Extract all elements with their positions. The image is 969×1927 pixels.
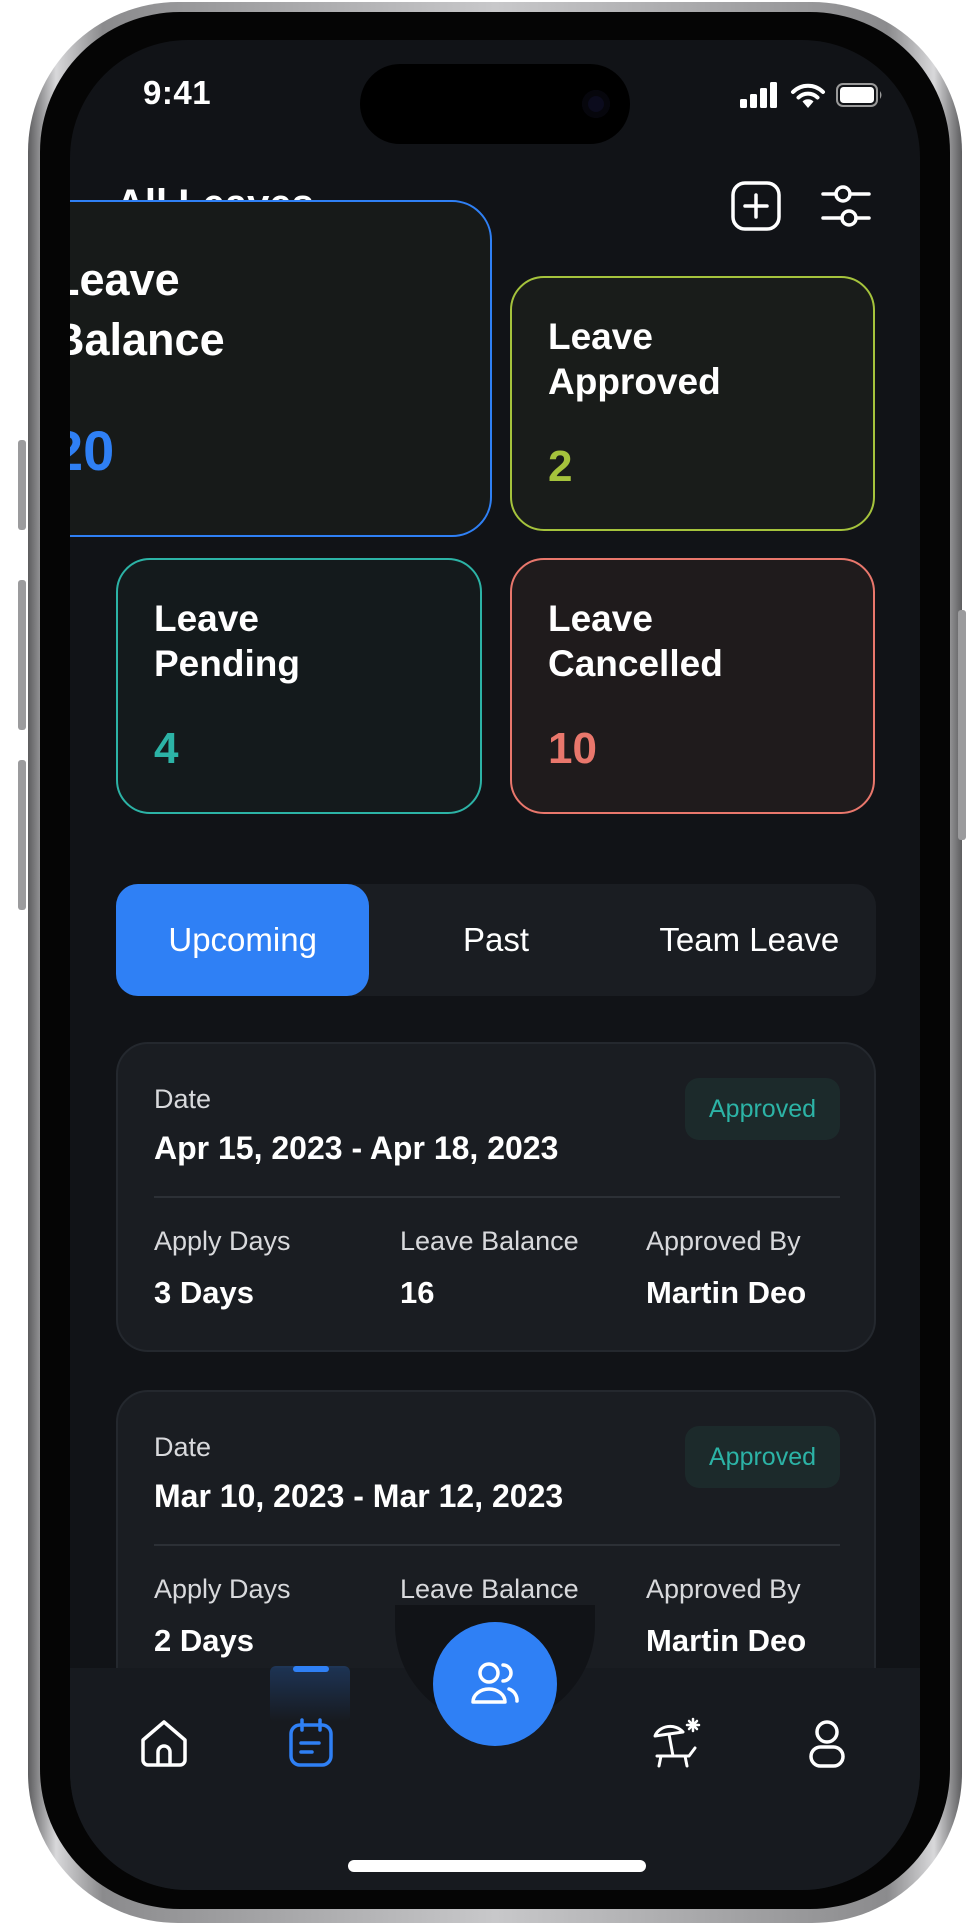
leave-cancelled-card[interactable]: Leave Cancelled 10 <box>510 558 875 814</box>
team-icon <box>471 1662 519 1704</box>
apply-days-field: Apply Days 3 Days <box>154 1226 291 1311</box>
leave-approved-card[interactable]: Leave Approved 2 <box>510 276 875 531</box>
approved-by-field: Approved By Martin Deo <box>646 1226 806 1311</box>
leave-balance-label: Leave Balance <box>400 1226 579 1256</box>
leave-tabs: Upcoming Past Team Leave <box>116 884 876 996</box>
active-tab-glow <box>270 1666 350 1722</box>
battery-icon <box>836 83 882 107</box>
volume-down-button <box>18 760 26 910</box>
volume-up-button <box>18 580 26 730</box>
leave-approved-value: 2 <box>548 442 573 491</box>
status-badge: Approved <box>685 1426 840 1488</box>
status-time: 9:41 <box>143 74 212 111</box>
leave-pending-label: Leave Pending <box>154 598 300 684</box>
app-screen: 9:41 All Leaves LeaveApproved 2 <box>70 40 920 1890</box>
approved-by-label: Approved By <box>646 1574 801 1604</box>
add-leave-button[interactable] <box>730 180 782 232</box>
leave-record[interactable]: Date Apr 15, 2023 - Apr 18, 2023 Approve… <box>116 1042 876 1352</box>
wifi-icon <box>791 83 825 108</box>
filter-settings-button[interactable] <box>820 180 872 232</box>
home-icon[interactable] <box>137 1716 191 1770</box>
leave-cancelled-value: 10 <box>548 724 597 773</box>
front-camera <box>582 90 610 118</box>
home-indicator[interactable] <box>348 1860 646 1872</box>
approved-by-value: Martin Deo <box>646 1623 807 1658</box>
leave-balance-value: 20 <box>70 419 115 482</box>
leave-balance-label: Leave Balance <box>400 1574 579 1604</box>
approved-by-field: Approved By Martin Deo <box>646 1574 806 1659</box>
apply-days-field: Apply Days 2 Days <box>154 1574 291 1659</box>
power-button <box>958 610 966 840</box>
tab-team-leave[interactable]: Team Leave <box>623 884 876 996</box>
apply-days-label: Apply Days <box>154 1574 291 1604</box>
team-button[interactable] <box>433 1622 557 1746</box>
apply-days-label: Apply Days <box>154 1226 291 1256</box>
apply-days-value: 3 Days <box>154 1275 254 1310</box>
status-badge: Approved <box>685 1078 840 1140</box>
tab-upcoming[interactable]: Upcoming <box>116 884 370 996</box>
leave-pending-card[interactable]: Leave Pending 4 <box>116 558 482 814</box>
date-label: Date <box>154 1084 212 1114</box>
dynamic-island <box>360 64 630 144</box>
cellular-signal-icon <box>740 82 777 108</box>
active-tab-indicator <box>293 1666 329 1672</box>
status-icons <box>740 82 884 108</box>
action-button <box>18 440 26 530</box>
leave-balance-label: LeaveBalance <box>70 254 225 365</box>
divider <box>154 1544 840 1546</box>
leave-pending-value: 4 <box>154 724 179 773</box>
leave-approved-label: Leave Approved <box>548 316 721 402</box>
leave-balance-field: Leave Balance 16 <box>400 1226 579 1311</box>
date-range: Mar 10, 2023 - Mar 12, 2023 <box>154 1478 564 1514</box>
beach-leave-icon[interactable] <box>649 1716 703 1770</box>
divider <box>154 1196 840 1198</box>
date-range: Apr 15, 2023 - Apr 18, 2023 <box>154 1130 559 1166</box>
tab-past[interactable]: Past <box>369 884 622 996</box>
apply-days-value: 2 Days <box>154 1623 254 1658</box>
leave-balance-value: 16 <box>400 1275 435 1310</box>
profile-icon[interactable] <box>800 1716 854 1770</box>
date-label: Date <box>154 1432 212 1462</box>
leave-balance-card[interactable]: LeaveBalance 20 <box>70 200 492 537</box>
approved-by-value: Martin Deo <box>646 1275 807 1310</box>
calendar-icon[interactable] <box>284 1716 338 1770</box>
leave-cancelled-label: Leave Cancelled <box>548 598 723 684</box>
approved-by-label: Approved By <box>646 1226 801 1256</box>
